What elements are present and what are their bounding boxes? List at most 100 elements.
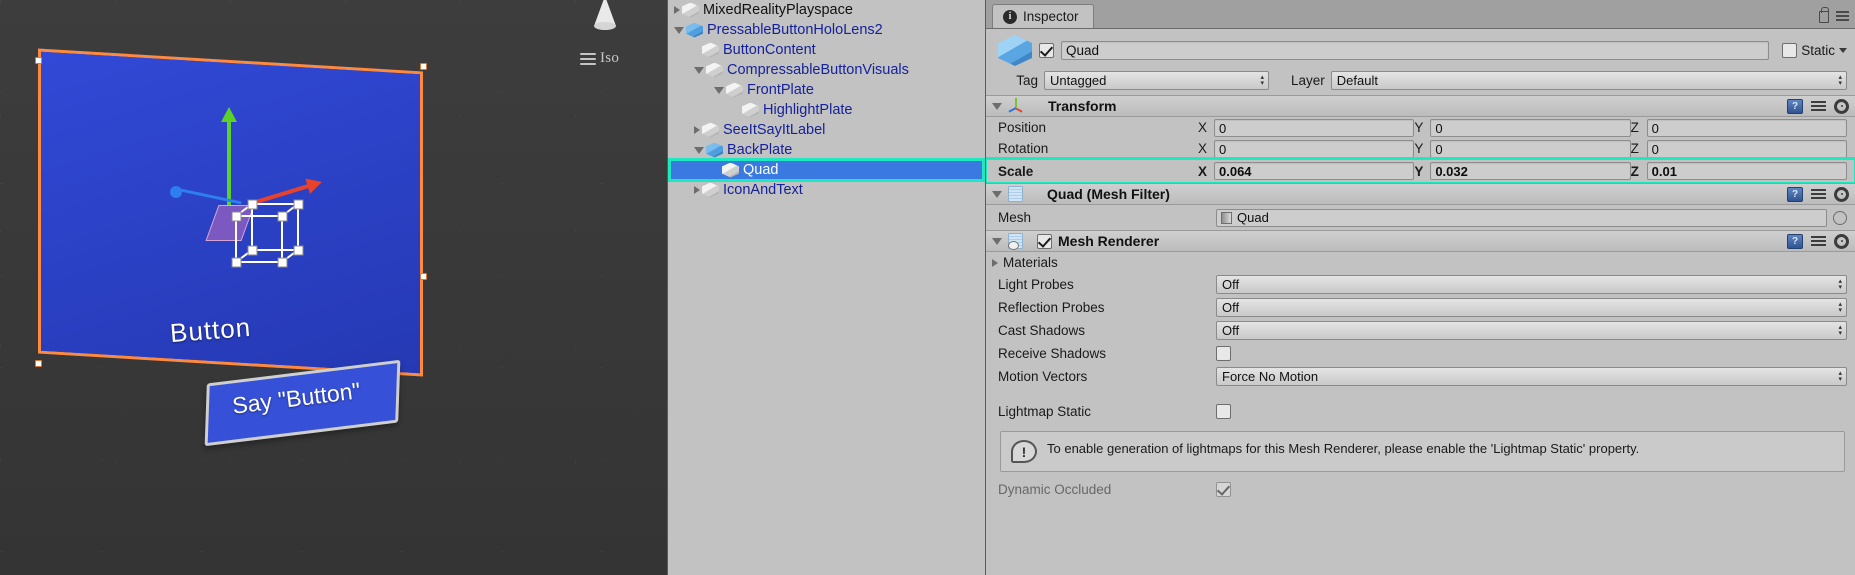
chevron-down-icon[interactable] <box>674 26 684 34</box>
renderer-reflection-probes-dropdown[interactable]: Off <box>1216 298 1847 317</box>
transform-position-label: Position <box>998 120 1047 135</box>
renderer-lightmap-static-checkbox[interactable] <box>1216 404 1231 419</box>
inspector-panel[interactable]: i Inspector Quad Static Tag Untagged ▴ ▾… <box>985 0 1855 575</box>
mesh-renderer-properties: Light ProbesOffReflection ProbesOffCast … <box>986 273 1855 423</box>
transform-scale-y-input[interactable]: 0.032 <box>1430 162 1631 180</box>
selection-handle[interactable] <box>35 57 42 64</box>
help-book-icon[interactable] <box>1787 233 1803 249</box>
prefab-cube-icon <box>706 142 723 158</box>
mesh-object-field[interactable]: Quad <box>1216 208 1827 227</box>
selection-handle[interactable] <box>35 360 42 367</box>
gear-icon[interactable] <box>1834 186 1849 202</box>
tab-inspector[interactable]: i Inspector <box>992 4 1094 28</box>
transform-scale-row: Scale X 0.064 Y 0.032 Z 0.01 <box>986 157 1855 185</box>
renderer-receive-shadows-label: Receive Shadows <box>998 346 1107 361</box>
chevron-down-icon[interactable] <box>694 66 704 74</box>
transform-rotation-y-input[interactable]: 0 <box>1430 139 1631 158</box>
static-checkbox[interactable] <box>1782 43 1798 58</box>
chevron-right-icon[interactable] <box>674 6 680 14</box>
warning-icon <box>1011 440 1037 463</box>
gizmo-y-axis[interactable] <box>221 107 237 205</box>
chevron-down-icon[interactable] <box>992 102 1002 110</box>
renderer-reflection-probes-label: Reflection Probes <box>998 300 1105 315</box>
dynamic-occluded-checkbox[interactable] <box>1216 482 1231 497</box>
hierarchy-item-pressablebuttonhololens2[interactable]: PressableButtonHoloLens2 <box>668 20 985 40</box>
transform-rotation-z-input[interactable]: 0 <box>1646 139 1847 158</box>
cube-icon <box>706 62 723 78</box>
transform-component-header[interactable]: Transform <box>986 95 1855 117</box>
hierarchy-item-frontplate[interactable]: FrontPlate <box>668 80 985 100</box>
hierarchy-item-buttoncontent[interactable]: ButtonContent <box>668 40 985 60</box>
renderer-receive-shadows-checkbox[interactable] <box>1216 346 1231 361</box>
selection-handle[interactable] <box>420 63 427 70</box>
hierarchy-item-backplate[interactable]: BackPlate <box>668 140 985 160</box>
renderer-reflection-probes-row: Reflection Probes Off <box>986 296 1855 319</box>
transform-position-x-input[interactable]: 0 <box>1214 118 1415 137</box>
selection-handle[interactable] <box>420 273 427 280</box>
hierarchy-item-mixedrealityplayspace[interactable]: MixedRealityPlayspace <box>668 0 985 20</box>
transform-scale-z-input[interactable]: 0.01 <box>1646 162 1847 180</box>
hamburger-menu-icon[interactable] <box>1836 11 1849 23</box>
renderer-motion-vectors-dropdown[interactable]: Force No Motion <box>1216 367 1847 386</box>
object-enabled-checkbox[interactable] <box>1039 43 1054 58</box>
chevron-right-icon[interactable] <box>694 126 700 134</box>
object-name-input[interactable]: Quad <box>1061 41 1770 60</box>
mesh-renderer-component-header[interactable]: Mesh Renderer <box>986 230 1855 252</box>
chevron-down-icon[interactable] <box>992 237 1002 245</box>
cube-icon <box>722 162 739 178</box>
transform-rotation-row: Rotation X 0 Y 0 Z 0 <box>986 138 1855 159</box>
scene-projection-label[interactable]: Iso <box>600 50 619 67</box>
help-book-icon[interactable] <box>1787 98 1803 114</box>
lightmap-help-box: To enable generation of lightmaps for th… <box>1000 431 1845 472</box>
dynamic-occluded-label: Dynamic Occluded <box>998 482 1112 497</box>
lightmap-help-text: To enable generation of lightmaps for th… <box>1047 441 1640 456</box>
mesh-renderer-enabled-checkbox[interactable] <box>1037 233 1052 249</box>
renderer-receive-shadows-row: Receive Shadows <box>986 342 1855 365</box>
chevron-down-icon[interactable] <box>1839 48 1847 53</box>
preset-icon[interactable] <box>1811 99 1826 113</box>
hierarchy-item-iconandtext[interactable]: IconAndText <box>668 180 985 200</box>
static-group[interactable]: Static <box>1782 43 1847 58</box>
preset-icon[interactable] <box>1811 234 1826 248</box>
transform-rotation-x-input[interactable]: 0 <box>1214 139 1415 158</box>
hierarchy-panel[interactable]: MixedRealityPlayspace PressableButtonHolo… <box>667 0 985 575</box>
chevron-down-icon[interactable] <box>694 146 704 154</box>
inspector-tab-bar: i Inspector <box>986 0 1855 29</box>
transform-position-y-input[interactable]: 0 <box>1430 118 1631 137</box>
axis-label-x: X <box>1198 141 1208 156</box>
transform-rotation-label: Rotation <box>998 141 1049 156</box>
scene-view[interactable]: Iso Button Say "Button" <box>0 0 667 575</box>
hierarchy-item-label: IconAndText <box>723 182 803 198</box>
axis-label-z: Z <box>1630 163 1639 179</box>
axis-label-z: Z <box>1630 141 1639 156</box>
chevron-down-icon[interactable] <box>714 86 724 94</box>
hierarchy-item-seeitsayitlabel[interactable]: SeeItSayItLabel <box>668 120 985 140</box>
materials-foldout[interactable]: Materials <box>986 252 1855 273</box>
chevron-right-icon[interactable] <box>992 258 998 267</box>
lock-icon[interactable] <box>1819 7 1829 23</box>
transform-scale-x-input[interactable]: 0.064 <box>1214 162 1415 180</box>
tag-dropdown[interactable]: Untagged <box>1044 71 1269 90</box>
renderer-light-probes-dropdown[interactable]: Off <box>1216 275 1847 294</box>
gear-icon[interactable] <box>1834 98 1849 114</box>
renderer-lightmap-static-label: Lightmap Static <box>998 404 1092 419</box>
hierarchy-item-label: MixedRealityPlayspace <box>703 2 853 18</box>
hierarchy-item-quad[interactable]: Quad <box>668 160 985 180</box>
transform-position-z-input[interactable]: 0 <box>1646 118 1847 137</box>
mesh-filter-component-header[interactable]: Quad (Mesh Filter) <box>986 183 1855 205</box>
axis-label-x: X <box>1198 163 1208 179</box>
chevron-right-icon[interactable] <box>694 186 700 194</box>
help-book-icon[interactable] <box>1787 186 1803 202</box>
renderer-cast-shadows-dropdown[interactable]: Off <box>1216 321 1847 340</box>
hierarchy-item-highlightplate[interactable]: HighlightPlate <box>668 100 985 120</box>
dynamic-occluded-row[interactable]: Dynamic Occluded <box>986 478 1855 501</box>
layer-dropdown[interactable]: Default <box>1330 71 1847 90</box>
preset-icon[interactable] <box>1811 187 1826 201</box>
chevron-down-icon[interactable] <box>992 190 1002 198</box>
hierarchy-item-label: PressableButtonHoloLens2 <box>707 22 883 38</box>
gear-icon[interactable] <box>1834 233 1849 249</box>
object-picker-icon[interactable] <box>1833 210 1847 225</box>
hierarchy-item-compressablebuttonvisuals[interactable]: CompressableButtonVisuals <box>668 60 985 80</box>
gizmo-z-handle[interactable] <box>170 186 182 198</box>
prefab-cube-icon <box>686 22 703 38</box>
